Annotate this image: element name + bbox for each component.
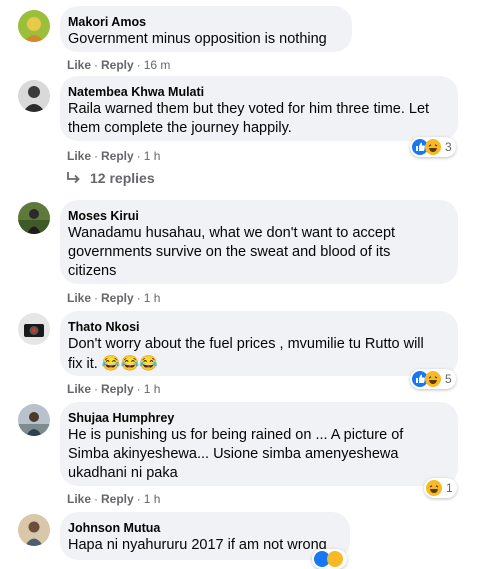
comment-text: Government minus opposition is nothing: [68, 31, 327, 47]
comment-text: Raila warned them but they voted for him…: [68, 101, 430, 136]
comment-author[interactable]: Johnson Mutua: [68, 520, 338, 536]
haha-icon: [426, 480, 442, 496]
comment-actions: Like · Reply · 16 m: [67, 58, 171, 72]
comment-timestamp[interactable]: 1 h: [144, 492, 161, 506]
comment-text: Wanadamu husahau, what we don't want to …: [68, 225, 396, 279]
comment-timestamp[interactable]: 1 h: [144, 149, 161, 163]
comment-actions: Like · Reply · 1 h: [67, 149, 161, 163]
comment-text: Don't worry about the fuel prices , mvum…: [68, 335, 446, 374]
view-replies-link[interactable]: 12 replies: [66, 170, 155, 186]
reply-button[interactable]: Reply: [101, 291, 134, 305]
reaction-summary[interactable]: 5: [410, 369, 456, 389]
haha-icon: [327, 551, 343, 567]
reaction-count: 3: [445, 140, 452, 154]
comment-author[interactable]: Makori Amos: [68, 14, 340, 30]
comment-bubble: Makori Amos Government minus opposition …: [60, 6, 352, 52]
like-button[interactable]: Like: [67, 382, 91, 396]
comment-timestamp[interactable]: 1 h: [144, 291, 161, 305]
comment-text: Hapa ni nyahururu 2017 if am not wrong: [68, 537, 327, 553]
reaction-count: 5: [445, 372, 452, 386]
reply-button[interactable]: Reply: [101, 58, 134, 72]
comment-actions: Like · Reply · 1 h: [67, 492, 161, 506]
comment-bubble: Johnson Mutua Hapa ni nyahururu 2017 if …: [60, 512, 350, 560]
comment-timestamp[interactable]: 16 m: [144, 58, 171, 72]
like-button[interactable]: Like: [67, 149, 91, 163]
avatar[interactable]: [18, 202, 50, 234]
comment-timestamp[interactable]: 1 h: [144, 382, 161, 396]
comment-text: He is punishing us for being rained on .…: [68, 427, 404, 481]
reply-button[interactable]: Reply: [101, 382, 134, 396]
comment-author[interactable]: Shujaa Humphrey: [68, 410, 446, 426]
reply-button[interactable]: Reply: [101, 149, 134, 163]
avatar[interactable]: [18, 313, 50, 345]
comment-bubble: Moses Kirui Wanadamu husahau, what we do…: [60, 200, 458, 284]
like-button[interactable]: Like: [67, 492, 91, 506]
replies-count-label[interactable]: 12 replies: [90, 170, 155, 186]
like-button[interactable]: Like: [67, 58, 91, 72]
comment-author[interactable]: Moses Kirui: [68, 208, 446, 224]
comment-author[interactable]: Natembea Khwa Mulati: [68, 84, 446, 100]
comment-bubble: Thato Nkosi Don't worry about the fuel p…: [60, 311, 458, 376]
avatar[interactable]: [18, 404, 50, 436]
comment-bubble: Natembea Khwa Mulati Raila warned them b…: [60, 76, 458, 141]
laughing-emoji: 😂😂😂: [101, 355, 158, 372]
reaction-summary[interactable]: 3: [410, 137, 456, 157]
avatar[interactable]: [18, 80, 50, 112]
reaction-summary[interactable]: [312, 549, 347, 569]
comment-bubble: Shujaa Humphrey He is punishing us for b…: [60, 402, 458, 486]
like-button[interactable]: Like: [67, 291, 91, 305]
haha-icon: [425, 139, 441, 155]
reaction-summary[interactable]: 1: [424, 478, 457, 498]
comment-author[interactable]: Thato Nkosi: [68, 319, 446, 335]
avatar[interactable]: [18, 10, 50, 42]
haha-icon: [425, 371, 441, 387]
reply-arrow-icon: [67, 172, 80, 184]
avatar[interactable]: [18, 514, 50, 546]
reaction-count: 1: [446, 481, 453, 495]
comment-actions: Like · Reply · 1 h: [67, 291, 161, 305]
comment-actions: Like · Reply · 1 h: [67, 382, 161, 396]
reply-button[interactable]: Reply: [101, 492, 134, 506]
